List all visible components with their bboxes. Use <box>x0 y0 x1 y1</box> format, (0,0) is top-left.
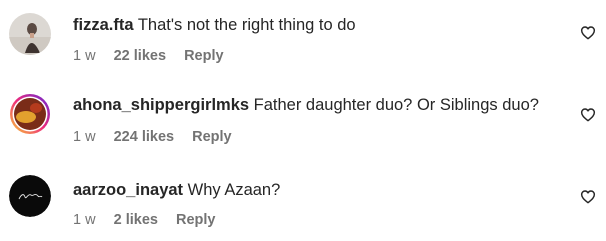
avatar-image <box>9 13 51 55</box>
reply-button[interactable]: Reply <box>192 129 232 145</box>
comment-time[interactable]: 1 w <box>73 212 96 228</box>
comment-item: aarzoo_inayat Why Azaan? 1 w 2 likes Rep… <box>0 160 606 240</box>
comment-text-line: fizza.fta That's not the right thing to … <box>73 15 356 35</box>
comment-time[interactable]: 1 w <box>73 48 96 64</box>
comment-likes[interactable]: 22 likes <box>114 48 166 64</box>
heart-outline-icon[interactable] <box>580 25 596 41</box>
avatar[interactable] <box>9 175 51 217</box>
heart-outline-icon[interactable] <box>580 107 596 123</box>
reply-button[interactable]: Reply <box>176 212 216 228</box>
reply-button[interactable]: Reply <box>184 48 224 64</box>
comment-username[interactable]: fizza.fta <box>73 16 134 34</box>
comment-meta: 1 w 224 likes Reply <box>73 128 246 146</box>
comment-item: ahona_shippergirlmks Father daughter duo… <box>0 80 606 160</box>
comment-username[interactable]: aarzoo_inayat <box>73 181 183 199</box>
comment-likes[interactable]: 224 likes <box>114 129 174 145</box>
comment-username[interactable]: ahona_shippergirlmks <box>73 96 249 114</box>
comment-body: Why Azaan? <box>187 181 281 199</box>
comment-text-line: aarzoo_inayat Why Azaan? <box>73 180 280 200</box>
comment-time[interactable]: 1 w <box>73 129 96 145</box>
avatar-image <box>10 94 50 134</box>
avatar[interactable] <box>9 13 51 55</box>
heart-outline-icon[interactable] <box>580 189 596 205</box>
comment-body: That's not the right thing to do <box>137 16 356 34</box>
comment-body: Father daughter duo? Or Siblings duo? <box>253 96 539 114</box>
avatar-image <box>9 175 51 217</box>
comment-likes[interactable]: 2 likes <box>114 212 158 228</box>
comment-meta: 1 w 22 likes Reply <box>73 47 238 65</box>
avatar[interactable] <box>9 93 51 135</box>
comment-item: fizza.fta That's not the right thing to … <box>0 0 606 80</box>
comment-meta: 1 w 2 likes Reply <box>73 211 229 229</box>
comment-text-line: ahona_shippergirlmks Father daughter duo… <box>73 95 539 115</box>
